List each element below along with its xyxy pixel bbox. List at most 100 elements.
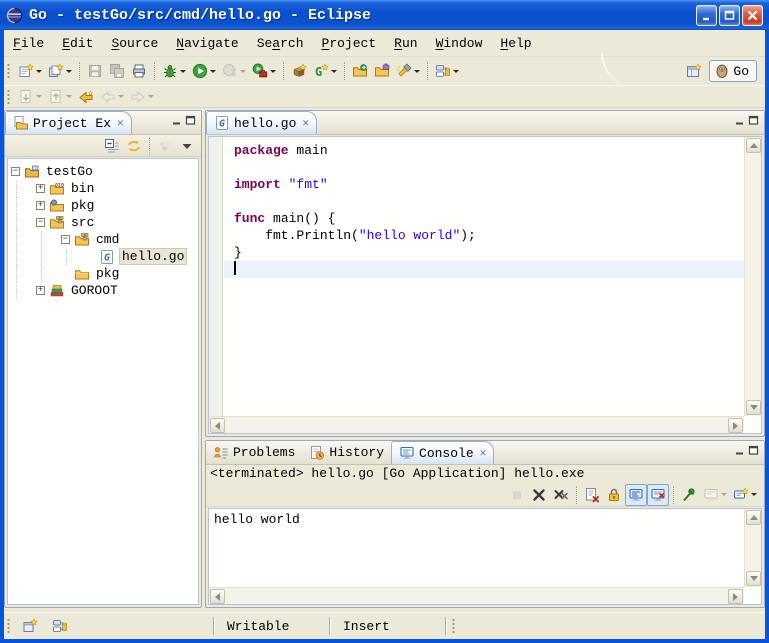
import-button[interactable] — [349, 60, 371, 82]
run-button[interactable] — [189, 60, 219, 82]
dropdown-arrow[interactable] — [751, 493, 757, 496]
fastview-button[interactable] — [19, 615, 41, 637]
new-wizard-button[interactable] — [15, 60, 45, 82]
menu-window[interactable]: Window — [427, 33, 492, 54]
menu-search[interactable]: Search — [248, 33, 313, 54]
dropdown-arrow[interactable] — [453, 70, 459, 73]
dropdown-arrow[interactable] — [66, 70, 72, 73]
collapse-toggle-icon[interactable]: − — [61, 235, 70, 244]
editor-vertical-scrollbar[interactable] — [744, 137, 761, 416]
open-console-button[interactable] — [730, 484, 760, 506]
scroll-right-button[interactable] — [728, 418, 743, 433]
tree-item-cmd[interactable]: −cmd — [8, 231, 198, 248]
scroll-down-button[interactable] — [746, 571, 761, 586]
scroll-up-button[interactable] — [746, 510, 761, 525]
explorer-content[interactable]: −testGo+bin+pkg−src−cmdhello.gopkg+GOROO… — [7, 158, 199, 605]
tree-item-GOROOT[interactable]: +GOROOT — [8, 282, 198, 299]
editor-horizontal-scrollbar[interactable] — [209, 416, 744, 433]
toolbar-grip[interactable] — [7, 89, 10, 105]
new-go-package-button[interactable] — [288, 60, 310, 82]
scroll-right-button[interactable] — [728, 589, 743, 604]
expand-toggle-icon[interactable]: + — [36, 201, 45, 210]
tree-item-testGo[interactable]: −testGo — [8, 163, 198, 180]
dropdown-arrow[interactable] — [331, 70, 337, 73]
close-button[interactable] — [742, 5, 763, 26]
scroll-up-button[interactable] — [746, 138, 761, 153]
close-view-icon[interactable]: ✕ — [117, 116, 124, 130]
menu-file[interactable]: File — [4, 33, 53, 54]
tree-item-hello-go[interactable]: hello.go — [8, 248, 198, 265]
minimize-panel-button[interactable] — [734, 112, 745, 130]
tree-item-pkg[interactable]: pkg — [8, 265, 198, 282]
print-button[interactable] — [128, 60, 150, 82]
scroll-lock-button[interactable] — [603, 484, 625, 506]
minimize-button[interactable] — [696, 5, 717, 26]
menu-arrow-button[interactable] — [176, 135, 198, 157]
tab-problems[interactable]: Problems — [206, 441, 302, 464]
search-button[interactable] — [393, 60, 423, 82]
minimize-panel-button[interactable] — [171, 112, 182, 130]
tree-item-src[interactable]: −src — [8, 214, 198, 231]
pin-console-button[interactable] — [678, 484, 700, 506]
maximize-panel-button[interactable] — [185, 112, 196, 130]
tab-console[interactable]: Console✕ — [391, 441, 494, 464]
clear-console-button[interactable] — [581, 484, 603, 506]
scroll-left-button[interactable] — [210, 418, 225, 433]
remove-launch-button[interactable] — [528, 484, 550, 506]
project-explorer-tab[interactable]: Project Ex✕ — [5, 111, 132, 134]
dropdown-arrow[interactable] — [414, 70, 420, 73]
export-button[interactable] — [371, 60, 393, 82]
statusbar-grip[interactable] — [452, 618, 455, 634]
menu-source[interactable]: Source — [102, 33, 167, 54]
link-editor-button[interactable] — [123, 135, 145, 157]
collapse-toggle-icon[interactable]: − — [36, 218, 45, 227]
debug-button[interactable] — [159, 60, 189, 82]
collapse-all-button[interactable] — [101, 135, 123, 157]
console-horizontal-scrollbar[interactable] — [209, 587, 744, 604]
dropdown-arrow[interactable] — [180, 70, 186, 73]
go-perspective-button[interactable]: Go — [709, 60, 757, 82]
console-vertical-scrollbar[interactable] — [744, 509, 761, 587]
menu-project[interactable]: Project — [313, 33, 386, 54]
external-tools-button[interactable] — [249, 60, 279, 82]
scroll-down-button[interactable] — [746, 400, 761, 415]
editor-area[interactable]: package mainimport "fmt"func main() { fm… — [208, 136, 762, 434]
toolbar-grip[interactable] — [7, 63, 10, 79]
maximize-button[interactable] — [719, 5, 740, 26]
new-go-file-button[interactable] — [45, 60, 75, 82]
menu-help[interactable]: Help — [491, 33, 540, 54]
minimize-panel-button[interactable] — [734, 442, 745, 460]
maximize-panel-button[interactable] — [748, 442, 759, 460]
go-tool-button[interactable] — [49, 615, 71, 637]
tree-item-pkg[interactable]: +pkg — [8, 197, 198, 214]
go-tool-button[interactable] — [432, 60, 462, 82]
close-editor-icon[interactable]: ✕ — [302, 116, 309, 130]
collapse-toggle-icon[interactable]: − — [11, 167, 20, 176]
editor-tab-hello-go[interactable]: hello.go✕ — [206, 111, 317, 134]
dropdown-arrow — [118, 95, 124, 98]
tab-history[interactable]: History — [302, 441, 391, 464]
close-view-icon[interactable]: ✕ — [480, 446, 487, 460]
statusbar-grip[interactable] — [7, 618, 10, 634]
menu-navigate[interactable]: Navigate — [167, 33, 247, 54]
dropdown-arrow[interactable] — [270, 70, 276, 73]
tree-item-bin[interactable]: +bin — [8, 180, 198, 197]
menu-run[interactable]: Run — [385, 33, 426, 54]
expand-toggle-icon[interactable]: + — [36, 184, 45, 193]
console-err-button[interactable] — [647, 484, 669, 506]
expand-toggle-icon[interactable]: + — [36, 286, 45, 295]
remove-all-button[interactable] — [550, 484, 572, 506]
title-bar[interactable]: Go - testGo/src/cmd/hello.go - Eclipse — [0, 0, 769, 30]
dropdown-arrow[interactable] — [210, 70, 216, 73]
console-out-button[interactable] — [625, 484, 647, 506]
console-output-area[interactable]: hello world — [208, 508, 762, 605]
new-go-element-button[interactable] — [310, 60, 340, 82]
dropdown-arrow[interactable] — [36, 70, 42, 73]
forward-icon — [130, 89, 146, 105]
open-perspective-button[interactable] — [683, 60, 705, 82]
menu-edit[interactable]: Edit — [53, 33, 102, 54]
scroll-left-button[interactable] — [210, 589, 225, 604]
last-edit-button[interactable] — [75, 86, 97, 108]
maximize-panel-button[interactable] — [748, 112, 759, 130]
code-area[interactable]: package mainimport "fmt"func main() { fm… — [224, 137, 744, 416]
